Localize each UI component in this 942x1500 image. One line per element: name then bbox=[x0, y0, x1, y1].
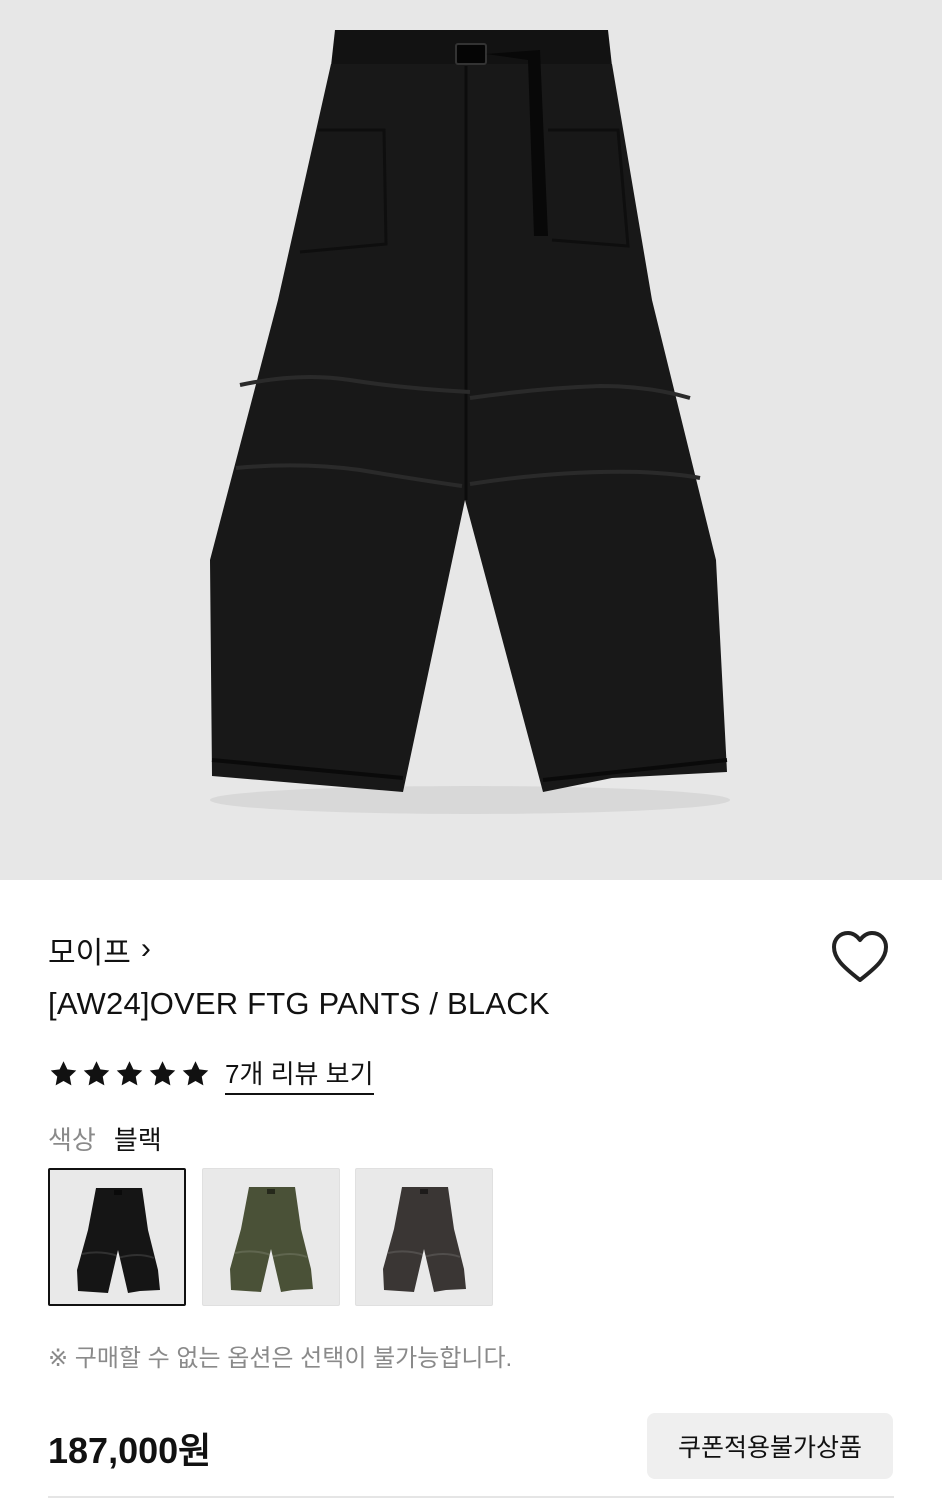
coupon-unavailable-button[interactable]: 쿠폰적용불가상품 bbox=[647, 1413, 893, 1479]
divider bbox=[48, 1496, 894, 1498]
star-icon bbox=[147, 1059, 178, 1089]
star-icon bbox=[180, 1059, 211, 1089]
color-swatch-charcoal[interactable] bbox=[355, 1168, 493, 1306]
swatch-thumbnail bbox=[383, 1187, 466, 1292]
option-notice: ※ 구매할 수 없는 옵션은 선택이 불가능합니다. bbox=[48, 1345, 513, 1372]
swatch-thumbnail bbox=[230, 1187, 313, 1292]
heart-outline-icon bbox=[832, 931, 888, 982]
color-value: 블랙 bbox=[113, 1125, 162, 1155]
wishlist-button[interactable] bbox=[828, 928, 892, 988]
color-swatch-olive[interactable] bbox=[202, 1168, 340, 1306]
product-title: [AW24]OVER FTG PANTS / BLACK bbox=[48, 986, 550, 1021]
color-swatch-black[interactable] bbox=[48, 1168, 186, 1306]
color-selection-label: 색상 블랙 bbox=[48, 1120, 162, 1157]
brand-link[interactable]: 모이프 › bbox=[48, 928, 151, 972]
color-label: 색상 bbox=[48, 1125, 96, 1155]
product-hero-image bbox=[0, 0, 942, 880]
review-link[interactable]: 7개 리뷰 보기 bbox=[225, 1054, 374, 1095]
pants-illustration bbox=[210, 30, 730, 814]
star-icon bbox=[48, 1059, 79, 1089]
chevron-right-icon: › bbox=[140, 932, 151, 965]
swatch-thumbnail bbox=[77, 1188, 160, 1293]
brand-name: 모이프 bbox=[48, 937, 131, 970]
rating-row: 7개 리뷰 보기 bbox=[48, 1052, 374, 1096]
star-icon bbox=[81, 1059, 112, 1089]
price: 187,000원 bbox=[48, 1430, 212, 1471]
rating-stars bbox=[48, 1059, 211, 1089]
star-icon bbox=[114, 1059, 145, 1089]
